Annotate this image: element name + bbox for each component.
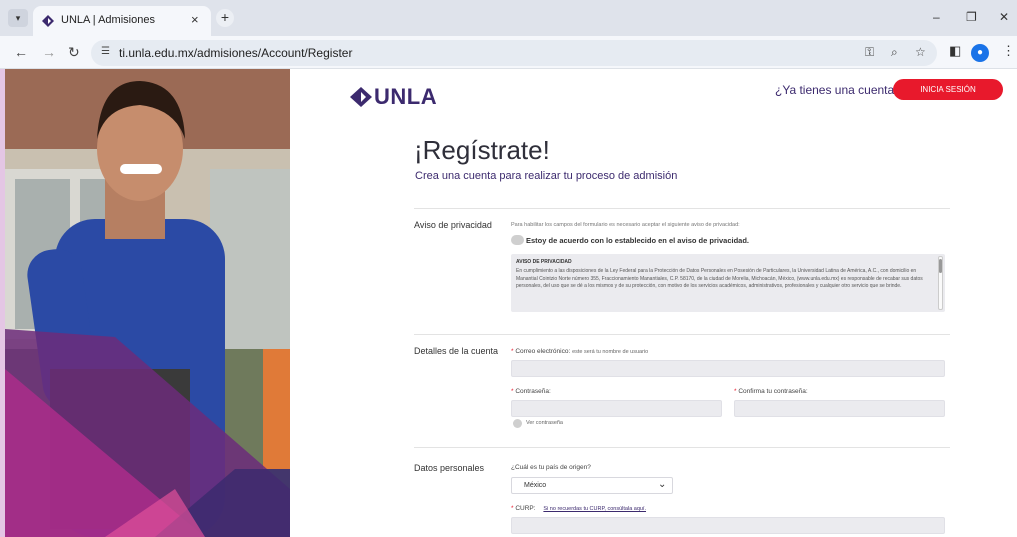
- password-label-text: Contraseña:: [515, 388, 551, 395]
- tab-close-icon[interactable]: ×: [191, 12, 199, 27]
- privacy-scrollbar[interactable]: [938, 256, 943, 310]
- privacy-notice-box[interactable]: AVISO DE PRIVACIDAD En cumplimiento a la…: [511, 254, 945, 312]
- browser-tab[interactable]: UNLA | Admisiones ×: [33, 6, 211, 36]
- browser-toolbar: ← → ↻ ☰ ti.unla.edu.mx/admisiones/Accoun…: [0, 36, 1017, 69]
- section-divider: [414, 447, 950, 448]
- privacy-section-label: Aviso de privacidad: [414, 220, 492, 230]
- privacy-agree-toggle[interactable]: [511, 235, 524, 245]
- email-label-text: Correo electrónico:: [515, 348, 571, 355]
- section-divider: [414, 208, 950, 209]
- required-mark: *: [511, 505, 514, 512]
- address-bar[interactable]: ☰ ti.unla.edu.mx/admisiones/Account/Regi…: [91, 40, 937, 66]
- curp-label-text: CURP:: [515, 505, 536, 512]
- privacy-agree-label[interactable]: Estoy de acuerdo con lo establecido en e…: [526, 236, 749, 245]
- email-label: * Correo electrónico: este será tu nombr…: [511, 348, 648, 355]
- show-password-label[interactable]: Ver contraseña: [526, 420, 563, 426]
- page-subtitle: Crea una cuenta para realizar tu proceso…: [415, 170, 678, 182]
- country-select[interactable]: México ⌄: [511, 477, 673, 494]
- minimize-icon[interactable]: –: [933, 10, 940, 24]
- required-mark: *: [734, 388, 737, 395]
- tab-title: UNLA | Admisiones: [61, 14, 155, 26]
- unla-logo-icon: [350, 87, 372, 107]
- required-mark: *: [511, 388, 514, 395]
- confirm-password-label-text: Confirma tu contraseña:: [738, 388, 808, 395]
- show-password-toggle[interactable]: [513, 419, 522, 428]
- bookmark-star-icon[interactable]: ☆: [915, 45, 926, 59]
- curp-field[interactable]: [511, 517, 945, 534]
- unla-logo[interactable]: UNLA: [350, 82, 440, 110]
- login-button[interactable]: INICIA SESIÓN: [893, 79, 1003, 100]
- profile-avatar-icon[interactable]: ●: [971, 44, 989, 62]
- browser-tab-bar: ▾ UNLA | Admisiones × + – ❐ ✕: [0, 0, 1017, 36]
- personal-section-label: Datos personales: [414, 463, 485, 473]
- unla-favicon-icon: [42, 15, 54, 27]
- confirm-password-label: * Confirma tu contraseña:: [734, 388, 808, 395]
- side-panel-icon[interactable]: ◧: [949, 43, 961, 59]
- required-mark: *: [511, 348, 514, 355]
- account-section-label: Detalles de la cuenta: [414, 346, 499, 356]
- privacy-notice-text: En cumplimiento a las disposiciones de l…: [516, 268, 923, 289]
- password-field[interactable]: [511, 400, 722, 417]
- restore-icon[interactable]: ❐: [966, 10, 977, 24]
- new-tab-button[interactable]: +: [216, 9, 234, 27]
- forward-icon[interactable]: →: [42, 44, 56, 60]
- section-divider: [414, 334, 950, 335]
- privacy-instruction: Para habilitar los campos del formulario…: [511, 222, 740, 228]
- logo-text: UNLA: [374, 84, 438, 109]
- menu-kebab-icon[interactable]: ⋮: [1002, 43, 1015, 59]
- password-label: * Contraseña:: [511, 388, 551, 395]
- chevron-down-icon: ⌄: [658, 479, 667, 490]
- email-help-text: este será tu nombre de usuario: [572, 349, 649, 355]
- curp-label: * CURP: Si no recuerdas tu CURP, consúlt…: [511, 505, 646, 512]
- email-field[interactable]: [511, 360, 945, 377]
- tab-search-icon[interactable]: ▾: [8, 9, 28, 27]
- confirm-password-field[interactable]: [734, 400, 945, 417]
- reload-icon[interactable]: ↻: [68, 44, 80, 61]
- privacy-notice-title: AVISO DE PRIVACIDAD: [516, 259, 572, 265]
- country-selected-value: México: [524, 482, 547, 489]
- page-title: ¡Regístrate!: [414, 135, 550, 165]
- zoom-icon[interactable]: ⌕: [891, 45, 898, 60]
- web-page: UNLA ¿Ya tienes una cuenta? INICIA SESIÓ…: [5, 69, 1017, 537]
- site-info-icon[interactable]: ☰: [101, 46, 110, 57]
- url-text: ti.unla.edu.mx/admisiones/Account/Regist…: [119, 46, 353, 60]
- close-window-icon[interactable]: ✕: [999, 10, 1009, 24]
- student-photo: [5, 69, 290, 537]
- password-key-icon[interactable]: ⚿: [865, 45, 874, 60]
- have-account-text: ¿Ya tienes una cuenta?: [775, 83, 901, 97]
- curp-lookup-link[interactable]: Si no recuerdas tu CURP, consúltala aquí…: [543, 506, 646, 512]
- country-question: ¿Cuál es tu país de origen?: [511, 464, 591, 471]
- back-icon[interactable]: ←: [14, 44, 28, 60]
